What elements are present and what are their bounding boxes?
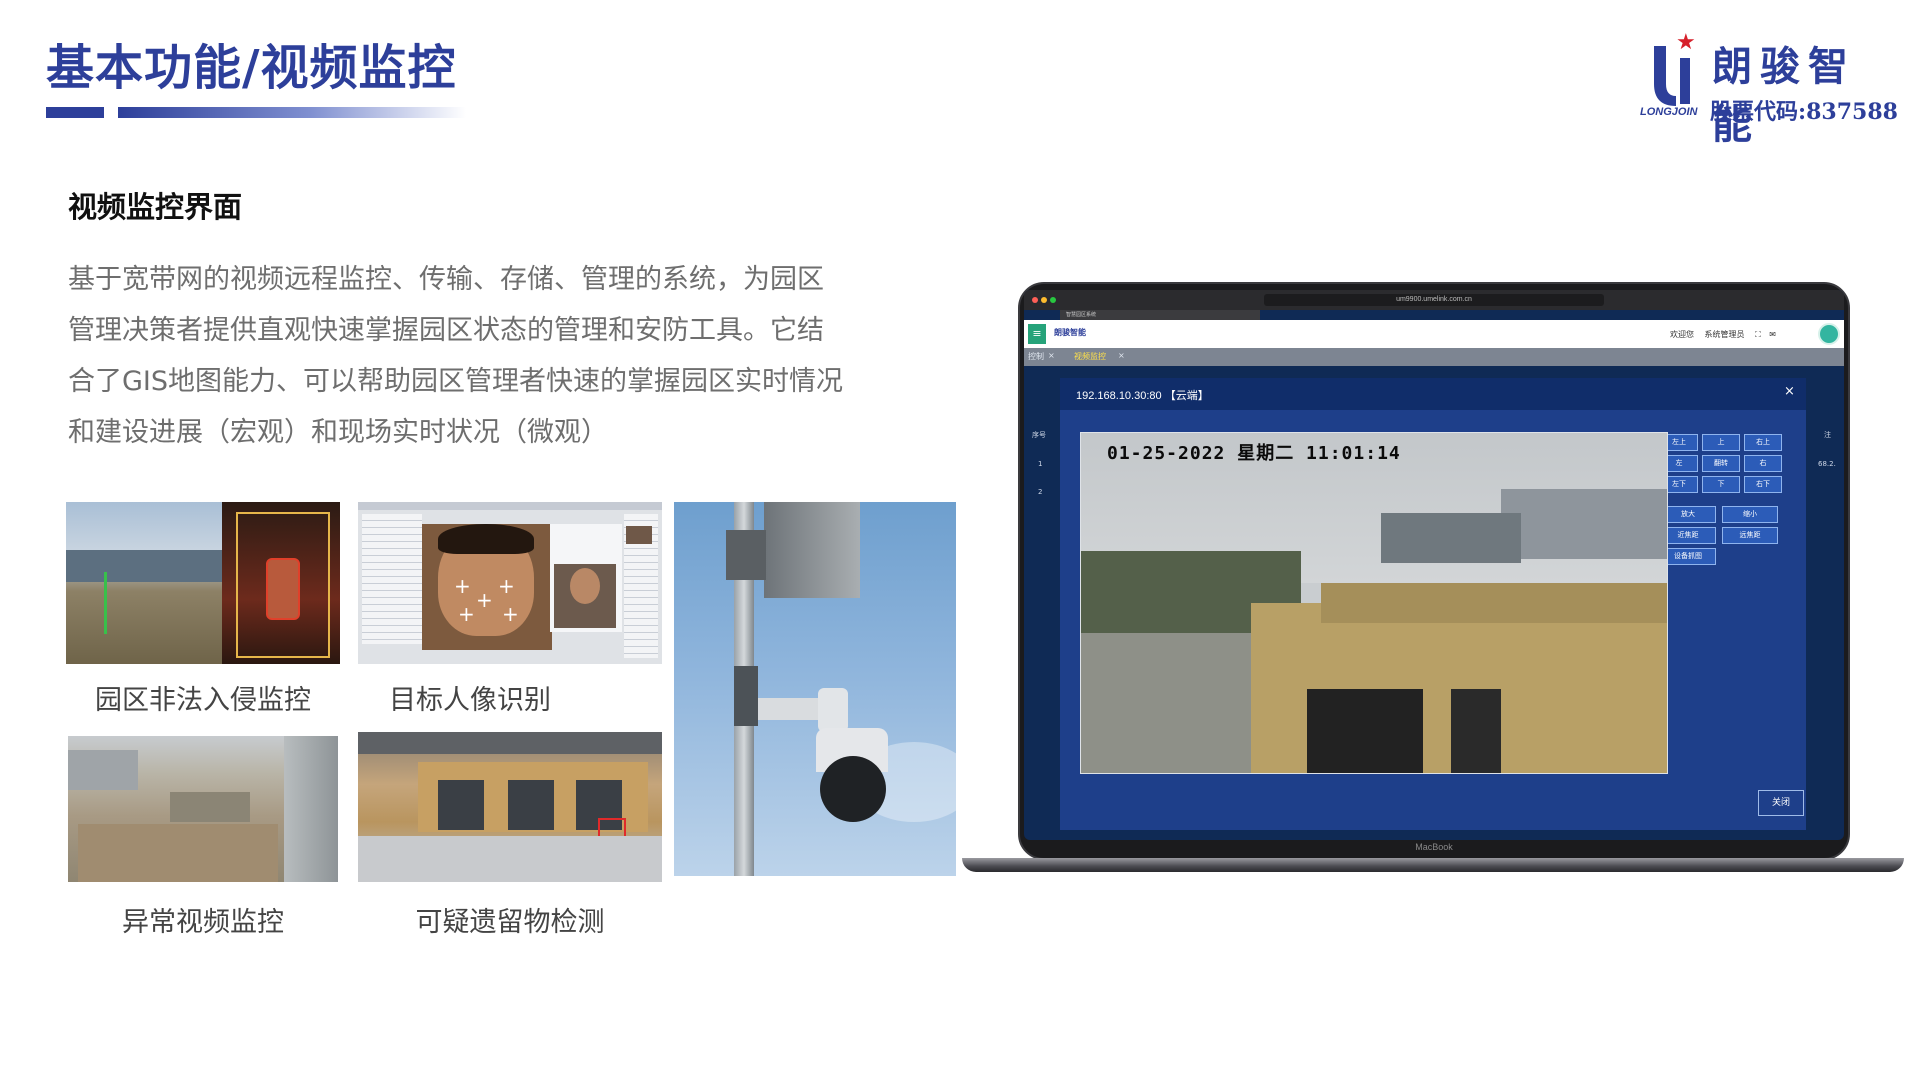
zoom-in-button[interactable]: 放大	[1660, 506, 1716, 523]
address-bar[interactable]: um9900.umelink.com.cn	[1264, 294, 1604, 306]
logo-name: 朗骏智能	[1712, 43, 1856, 148]
title-underline-gradient	[118, 107, 466, 118]
stock-code: 股票代码:837588	[1710, 99, 1898, 125]
table-row: 1	[1038, 460, 1043, 468]
tab-close-icon[interactable]: ×	[1118, 351, 1125, 360]
title-underline-solid	[46, 107, 104, 118]
left-object-image	[358, 732, 662, 882]
intrusion-image	[66, 502, 340, 664]
company-logo: ★ 朗骏智能 LONGJOIN 股票代码:837588	[1640, 30, 1900, 149]
minimize-dot-icon[interactable]	[1041, 297, 1047, 303]
browser-tab[interactable]: 智慧园区系统	[1060, 310, 1260, 320]
description-line: 和建设进展（宏观）和现场实时状况（微观）	[68, 417, 608, 448]
table-header-index: 序号	[1032, 431, 1046, 439]
table-row: 2	[1038, 488, 1043, 496]
caption-intrusion: 园区非法入侵监控	[95, 685, 311, 716]
tab-close-icon[interactable]: ×	[1048, 351, 1055, 360]
zoom-out-button[interactable]: 缩小	[1722, 506, 1778, 523]
ptz-down-right-button[interactable]: 右下	[1744, 476, 1782, 493]
description: 基于宽带网的视频远程监控、传输、存储、管理的系统，为园区 管理决策者提供直观快速…	[68, 254, 908, 458]
caption-face: 目标人像识别	[389, 685, 551, 716]
logo-english: LONGJOIN	[1640, 106, 1698, 118]
mail-icon[interactable]: ✉	[1769, 330, 1776, 339]
camera-feed: 01-25-2022 星期二 11:01:14	[1080, 432, 1668, 774]
ptz-camera-image	[674, 502, 956, 876]
app-logo: 朗骏智能	[1054, 328, 1086, 337]
section-heading: 视频监控界面	[68, 190, 243, 224]
ptz-flip-button[interactable]: 翻转	[1702, 455, 1740, 472]
ptz-up-right-button[interactable]: 右上	[1744, 434, 1782, 451]
caption-abnormal: 异常视频监控	[122, 907, 284, 938]
table-header-note: 注	[1824, 431, 1831, 439]
snapshot-button[interactable]: 设备抓图	[1660, 548, 1716, 565]
star-icon: ★	[1676, 30, 1696, 55]
ptz-up-button[interactable]: 上	[1702, 434, 1740, 451]
laptop-base	[962, 858, 1904, 872]
close-icon[interactable]: ×	[1784, 384, 1795, 399]
face-recognition-image: + + + + +	[358, 502, 662, 664]
app-tab-strip: 控制 × 视频监控 ×	[1024, 348, 1844, 366]
tab-control[interactable]: 控制	[1028, 351, 1044, 362]
user-role[interactable]: 系统管理员	[1705, 330, 1745, 339]
dialog-header: 192.168.10.30:80 【云端】 ×	[1060, 378, 1806, 410]
fullscreen-icon[interactable]: ⛶	[1755, 330, 1761, 339]
user-info: 欢迎您 系统管理员 ⛶ ✉	[1670, 329, 1776, 340]
hamburger-menu-icon[interactable]: ≡	[1028, 324, 1046, 344]
focus-near-button[interactable]: 近焦距	[1660, 527, 1716, 544]
tab-video-monitor[interactable]: 视频监控	[1074, 351, 1106, 362]
table-cell-ip: 68.2.	[1818, 460, 1836, 468]
browser-toolbar: um9900.umelink.com.cn	[1024, 290, 1844, 310]
avatar[interactable]	[1818, 323, 1840, 345]
laptop-brand: MacBook	[1415, 842, 1453, 852]
description-line: 管理决策者提供直观快速掌握园区状态的管理和安防工具。它结	[68, 315, 824, 346]
dialog-title: 192.168.10.30:80 【云端】	[1076, 390, 1209, 402]
ptz-down-button[interactable]: 下	[1702, 476, 1740, 493]
maximize-dot-icon[interactable]	[1050, 297, 1056, 303]
app-header: ≡ 朗骏智能 欢迎您 系统管理员 ⛶ ✉	[1024, 320, 1844, 348]
abnormal-video-image	[68, 736, 338, 882]
description-line: 合了GIS地图能力、可以帮助园区管理者快速的掌握园区实时情况	[68, 366, 844, 397]
caption-left-object: 可疑遗留物检测	[415, 907, 605, 938]
description-line: 基于宽带网的视频远程监控、传输、存储、管理的系统，为园区	[68, 264, 824, 295]
camera-timestamp: 01-25-2022 星期二 11:01:14	[1107, 443, 1401, 464]
focus-far-button[interactable]: 远焦距	[1722, 527, 1778, 544]
ptz-right-button[interactable]: 右	[1744, 455, 1782, 472]
close-dot-icon[interactable]	[1032, 297, 1038, 303]
laptop-screen: um9900.umelink.com.cn 智慧园区系统 ≡ 朗骏智能 欢迎您 …	[1024, 290, 1844, 840]
close-button[interactable]: 关闭	[1758, 790, 1804, 816]
welcome-text: 欢迎您	[1670, 330, 1694, 339]
page-title: 基本功能/视频监控	[46, 40, 457, 96]
